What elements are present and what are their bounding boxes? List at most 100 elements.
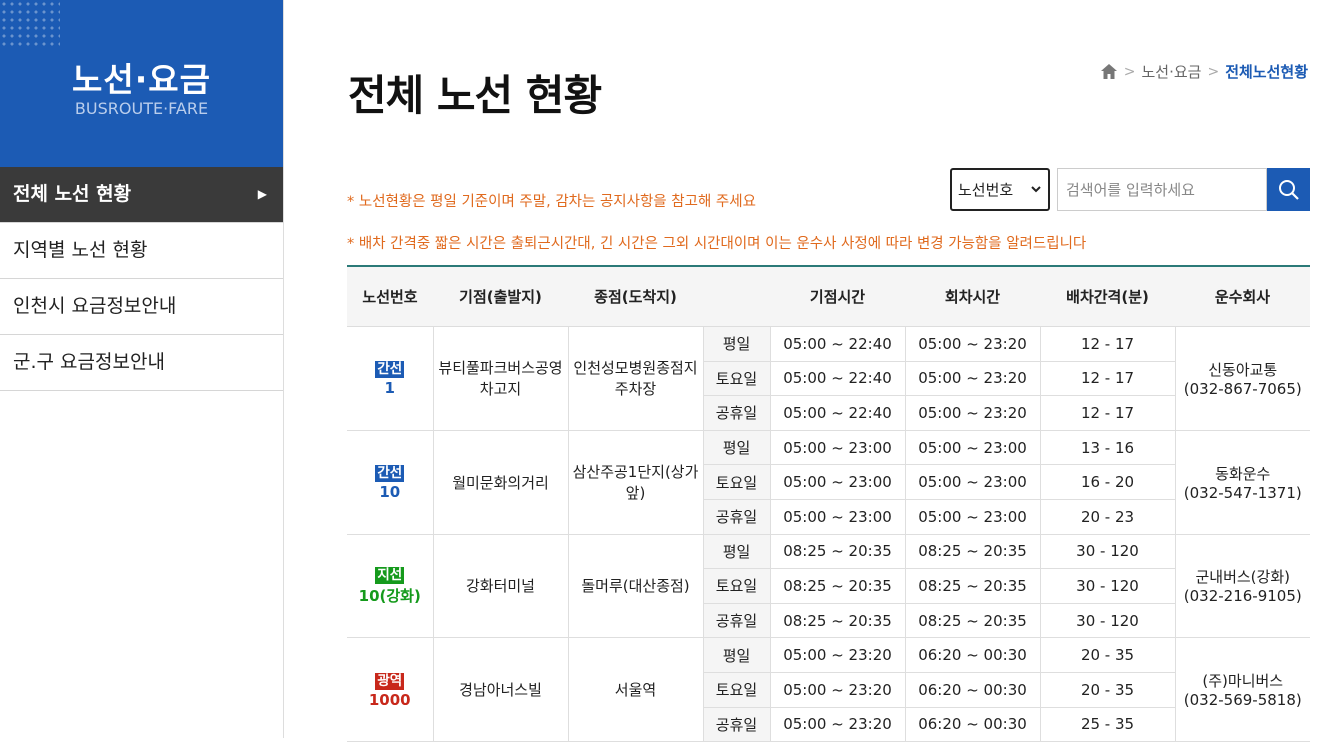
- return-time-cell: 05:00 ~ 23:20: [904, 395, 1041, 431]
- notice-text: * 배차 간격중 짧은 시간은 출퇴근시간대, 긴 시간은 그외 시간대이며 이…: [347, 236, 1087, 252]
- company-phone: (032-547-1371): [1183, 483, 1302, 502]
- route-number-cell[interactable]: 간선 10: [347, 429, 434, 535]
- interval-cell: 30 - 120: [1039, 602, 1175, 639]
- start-time-cell: 05:00 ~ 23:00: [769, 498, 906, 535]
- start-time-cell: 05:00 ~ 23:00: [769, 429, 906, 466]
- sidebar-item-label: 전체 노선 현황: [13, 183, 132, 205]
- sidebar-menu: 전체 노선 현황 ▶ 지역별 노선 현황 인천시 요금정보안내 군.구 요금정보…: [0, 167, 283, 391]
- notice-text: * 노선현황은 평일 기준이며 주말, 감차는 공지사항을 참고해 주세요: [347, 194, 756, 210]
- end-point-cell: 삼산주공1단지(상가앞): [567, 429, 704, 535]
- route-number: 10(강화): [358, 587, 421, 606]
- sidebar-item-regional-routes[interactable]: 지역별 노선 현황: [0, 223, 283, 279]
- company-name: (주)마니버스: [1202, 672, 1284, 691]
- table-header-row: 노선번호 기점(출발지) 종점(도착지) 기점시간 회차시간 배차간격(분) 운…: [347, 265, 1310, 327]
- return-time-cell: 05:00 ~ 23:00: [904, 498, 1041, 535]
- route-table: 노선번호 기점(출발지) 종점(도착지) 기점시간 회차시간 배차간격(분) 운…: [347, 265, 1310, 742]
- start-point-cell: 강화터미널: [432, 533, 569, 639]
- company-cell: 신동아교통 (032-867-7065): [1174, 326, 1310, 431]
- chevron-right-icon: >: [1207, 63, 1220, 80]
- day-type-cell: 평일: [702, 637, 771, 673]
- start-time-cell: 08:25 ~ 20:35: [769, 533, 906, 570]
- interval-cell: 12 - 17: [1039, 360, 1175, 397]
- day-type-cell: 토요일: [703, 464, 771, 500]
- start-time-cell: 05:00 ~ 23:20: [769, 637, 906, 673]
- end-point-cell: 돌머루(대산종점): [567, 533, 704, 639]
- interval-cell: 20 - 35: [1039, 637, 1176, 673]
- interval-cell: 12 - 17: [1039, 326, 1176, 362]
- day-type-cell: 토요일: [703, 671, 771, 708]
- company-name: 신동아교통: [1208, 360, 1278, 379]
- company-phone: (032-216-9105): [1183, 587, 1302, 606]
- sidebar-item-all-routes[interactable]: 전체 노선 현황 ▶: [0, 167, 283, 223]
- search-icon: [1278, 179, 1299, 200]
- breadcrumb: > 노선·요금 > 전체노선현황: [1100, 61, 1308, 82]
- interval-cell: 16 - 20: [1039, 464, 1175, 500]
- company-cell: (주)마니버스 (032-569-5818): [1174, 637, 1310, 742]
- day-type-cell: 평일: [702, 429, 771, 466]
- day-type-cell: 공휴일: [703, 706, 771, 742]
- route-type-badge: 광역: [375, 672, 405, 690]
- breadcrumb-item[interactable]: 노선·요금: [1141, 61, 1201, 82]
- interval-cell: 12 - 17: [1039, 395, 1175, 431]
- sidebar-item-district-fare[interactable]: 군.구 요금정보안내: [0, 335, 283, 391]
- page-title: 전체 노선 현황: [348, 71, 602, 120]
- route-table-body: 간선 1 뷰티풀파크버스공영차고지 인천성모병원종점지주차장 평일 05:00 …: [347, 326, 1310, 742]
- start-time-cell: 05:00 ~ 22:40: [769, 360, 906, 397]
- search-type-select[interactable]: 노선번호: [950, 168, 1050, 211]
- company-name: 동화운수: [1215, 464, 1271, 483]
- route-type-badge: 간선: [375, 361, 405, 379]
- column-header: 기점시간: [770, 265, 905, 327]
- start-point-cell: 뷰티풀파크버스공영차고지: [432, 326, 569, 431]
- search-type-value: 노선번호: [958, 181, 1014, 199]
- route-table-wrapper: 노선번호 기점(출발지) 종점(도착지) 기점시간 회차시간 배차간격(분) 운…: [347, 265, 1310, 742]
- start-time-cell: 08:25 ~ 20:35: [769, 602, 906, 639]
- route-number: 10: [379, 483, 401, 502]
- day-type-cell: 공휴일: [703, 395, 771, 431]
- return-time-cell: 08:25 ~ 20:35: [904, 568, 1041, 604]
- chevron-down-icon: [1031, 186, 1041, 193]
- column-header: 운수회사: [1175, 265, 1310, 327]
- breadcrumb-current: 전체노선현황: [1225, 63, 1308, 81]
- day-type-cell: 평일: [702, 533, 771, 570]
- return-time-cell: 06:20 ~ 00:30: [904, 671, 1041, 708]
- home-icon[interactable]: [1100, 63, 1118, 80]
- caret-right-icon: ▶: [257, 187, 267, 201]
- company-cell: 동화운수 (032-547-1371): [1174, 429, 1310, 535]
- return-time-cell: 06:20 ~ 00:30: [904, 637, 1041, 673]
- start-time-cell: 08:25 ~ 20:35: [769, 568, 906, 604]
- route-type-badge: 지선: [375, 567, 405, 585]
- table-row: 지선 10(강화) 강화터미널 돌머루(대산종점) 평일 08:25 ~ 20:…: [347, 533, 1310, 639]
- start-time-cell: 05:00 ~ 22:40: [769, 395, 906, 431]
- interval-cell: 20 - 23: [1039, 498, 1175, 535]
- chevron-right-icon: >: [1123, 63, 1136, 80]
- company-name: 군내버스(강화): [1195, 568, 1290, 587]
- route-number-cell[interactable]: 광역 1000: [347, 637, 434, 742]
- end-point-cell: 인천성모병원종점지주차장: [567, 326, 704, 431]
- day-type-cell: 토요일: [703, 360, 771, 397]
- company-cell: 군내버스(강화) (032-216-9105): [1174, 533, 1310, 639]
- search-button[interactable]: [1267, 168, 1310, 211]
- table-row: 간선 1 뷰티풀파크버스공영차고지 인천성모병원종점지주차장 평일 05:00 …: [347, 326, 1310, 431]
- return-time-cell: 08:25 ~ 20:35: [904, 533, 1041, 570]
- company-phone: (032-867-7065): [1183, 379, 1302, 398]
- sidebar-item-incheon-fare[interactable]: 인천시 요금정보안내: [0, 279, 283, 335]
- column-header: 기점(출발지): [433, 265, 568, 327]
- table-row: 광역 1000 경남아너스빌 서울역 평일 05:00 ~ 23:20 06:2…: [347, 637, 1310, 742]
- start-time-cell: 05:00 ~ 22:40: [769, 326, 906, 362]
- start-time-cell: 05:00 ~ 23:20: [769, 706, 906, 742]
- start-time-cell: 05:00 ~ 23:00: [769, 464, 906, 500]
- route-number: 1: [384, 379, 395, 398]
- route-number-cell[interactable]: 간선 1: [347, 326, 434, 431]
- sidebar-header: 노선·요금 BUSROUTE·FARE: [0, 0, 283, 167]
- sidebar-subtitle: BUSROUTE·FARE: [74, 99, 209, 118]
- day-type-cell: 공휴일: [703, 498, 771, 535]
- end-point-cell: 서울역: [567, 637, 704, 742]
- search-placeholder: 검색어를 입력하세요: [1066, 181, 1195, 199]
- interval-cell: 25 - 35: [1039, 706, 1175, 742]
- search-input[interactable]: 검색어를 입력하세요: [1057, 168, 1267, 211]
- day-type-cell: 공휴일: [703, 602, 771, 639]
- day-type-cell: 토요일: [703, 568, 771, 604]
- route-number-cell[interactable]: 지선 10(강화): [347, 533, 434, 639]
- route-type-badge: 간선: [375, 465, 405, 483]
- interval-cell: 13 - 16: [1039, 429, 1176, 466]
